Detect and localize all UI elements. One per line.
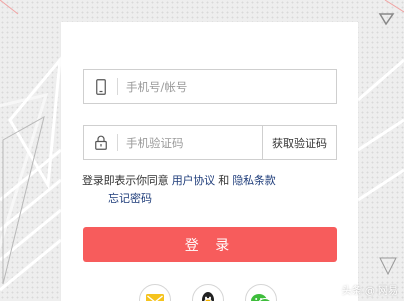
wechat-icon: [251, 294, 272, 301]
user-agreement-link[interactable]: 用户协议: [172, 174, 215, 187]
mail-login-button[interactable]: [139, 284, 171, 301]
and-text: 和: [218, 174, 230, 187]
qq-login-button[interactable]: [192, 284, 224, 301]
phone-input[interactable]: [126, 76, 326, 97]
privacy-link[interactable]: 隐私条款: [232, 174, 275, 187]
forgot-password-link[interactable]: 忘记密码: [108, 190, 152, 206]
watermark-text: 头条 @ 网易: [341, 286, 398, 297]
field-divider: [117, 134, 118, 151]
verification-code-input[interactable]: [126, 132, 256, 153]
agreement-prefix: 登录即表示你同意: [82, 174, 169, 187]
agreement-text: 登录即表示你同意 用户协议 和 隐私条款: [82, 172, 276, 188]
code-field: 获取验证码: [83, 125, 337, 160]
phone-field: [83, 69, 337, 104]
field-divider: [117, 78, 118, 95]
login-card: 获取验证码 登录即表示你同意 用户协议 和 隐私条款 忘记密码 登 录: [61, 22, 358, 301]
qq-icon: [202, 292, 214, 301]
mail-icon: [146, 294, 164, 301]
get-code-button[interactable]: 获取验证码: [262, 126, 336, 159]
watermark: 头条 @ 网易: [342, 282, 398, 297]
lock-icon: [84, 126, 117, 159]
login-button[interactable]: 登 录: [83, 227, 337, 262]
phone-icon: [84, 70, 117, 103]
wechat-login-button[interactable]: [245, 284, 277, 301]
